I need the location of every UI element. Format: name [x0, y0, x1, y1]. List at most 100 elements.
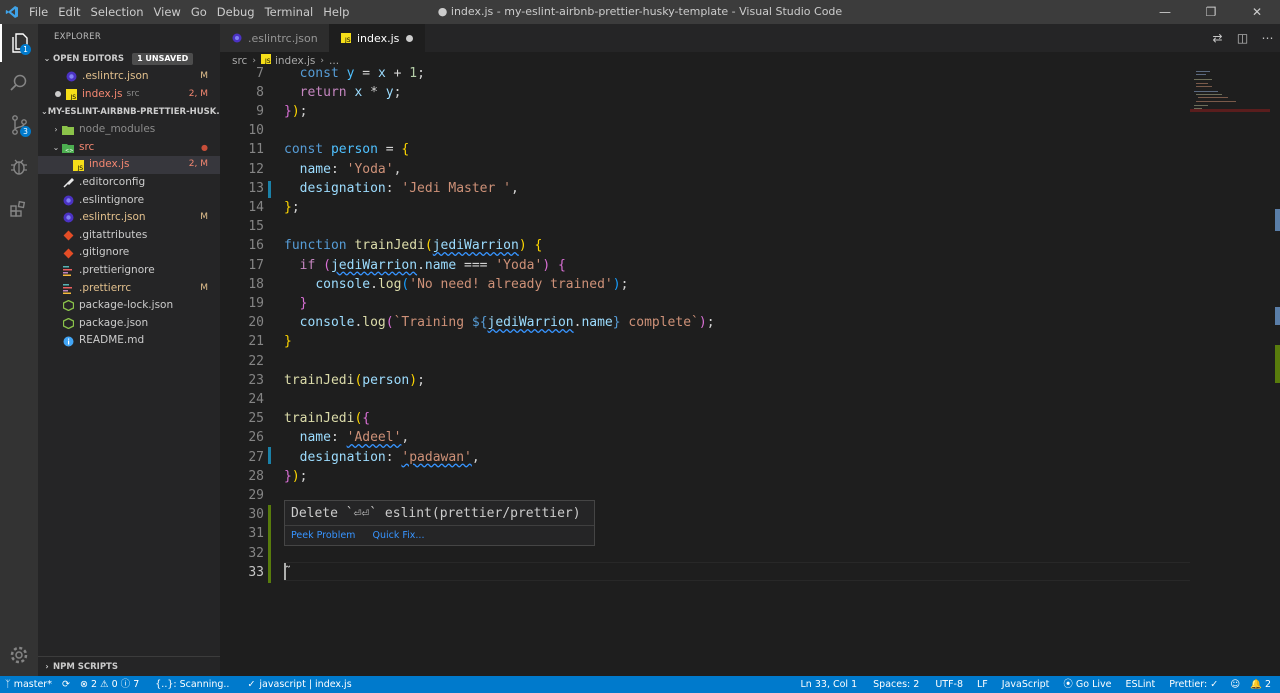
menu-selection[interactable]: Selection — [86, 0, 149, 24]
quick-fix-link[interactable]: Quick Fix... — [372, 530, 424, 541]
editor-scrollbar[interactable] — [1270, 69, 1280, 676]
code-line: 27 designation: 'padawan', — [220, 448, 1190, 467]
tree-item[interactable]: README.md — [38, 332, 220, 350]
line-number: 22 — [248, 353, 264, 369]
problems-summary[interactable]: ⊗ 2 ⚠ 0 ⓘ 7 — [75, 676, 144, 693]
window-controls: — ❐ ✕ — [1142, 0, 1280, 24]
lang-check-status[interactable]: ✓ javascript | index.js — [242, 676, 356, 693]
scrollbar-change-marker — [1275, 345, 1280, 383]
minimap-line — [1194, 105, 1208, 106]
more-actions-icon[interactable]: ⋯ — [1255, 31, 1280, 45]
code-editor[interactable]: 7 const y = x + 1; 8 return x * y; 9}); 10 1… — [220, 64, 1280, 676]
menu-terminal[interactable]: Terminal — [260, 0, 319, 24]
tree-item[interactable]: › node_modules — [38, 121, 220, 139]
menu-debug[interactable]: Debug — [212, 0, 260, 24]
error-icon: ⊗ — [79, 679, 88, 690]
tree-item[interactable]: .gitignore — [38, 244, 220, 262]
git-branch[interactable]: ᛉ master* — [0, 676, 57, 693]
code-line: 11 const person = { — [220, 140, 1190, 159]
tree-item[interactable]: .eslintrc.json M — [38, 209, 220, 227]
git-branch-icon: ᛉ — [5, 679, 11, 690]
npm-scripts-header[interactable]: › NPM SCRIPTS — [38, 656, 220, 676]
tab-index-js[interactable]: JS index.js — [329, 24, 425, 52]
tree-item[interactable]: package-lock.json — [38, 297, 220, 315]
end-of-line[interactable]: LF — [972, 676, 993, 693]
debug-icon[interactable] — [0, 148, 38, 186]
folder-header[interactable]: ⌄ MY-ESLINT-AIRBNB-PRETTIER-HUSK... — [38, 103, 220, 121]
go-live-button[interactable]: ⦿ Go Live — [1058, 676, 1116, 693]
status-right: Ln 33, Col 1 Spaces: 2 UTF-8 LF JavaScri… — [796, 676, 1280, 693]
sync-icon[interactable]: ⟳ — [57, 676, 75, 693]
extensions-icon[interactable] — [0, 190, 38, 228]
tree-item-label: .eslintignore — [79, 193, 145, 206]
feedback-icon[interactable]: ☺ — [1225, 676, 1245, 693]
lang-check-label: javascript | index.js — [259, 679, 352, 690]
git-decoration: 2, M — [188, 88, 208, 99]
tree-item[interactable]: .prettierignore — [38, 262, 220, 280]
explorer-icon[interactable]: 1 — [0, 24, 38, 62]
open-editor-item[interactable]: JS index.js src 2, M — [38, 86, 220, 104]
error-count: 2 — [90, 679, 97, 690]
code-text: } — [299, 295, 308, 311]
minimap-line — [1196, 83, 1208, 84]
tree-item[interactable]: package.json — [38, 315, 220, 333]
code-line: 32 — [220, 544, 1190, 563]
code-line: 15 — [220, 217, 1190, 236]
gutter-change-marker[interactable] — [268, 181, 271, 198]
code-line: 18 console.log('No need! already trained… — [220, 275, 1190, 294]
encoding[interactable]: UTF-8 — [930, 676, 968, 693]
menu-file[interactable]: File — [24, 0, 53, 24]
line-number: 8 — [256, 84, 264, 100]
minimap-line — [1194, 91, 1218, 92]
open-changes-icon[interactable]: ⇄ — [1205, 31, 1230, 45]
line-number: 21 — [248, 334, 264, 350]
notifications[interactable]: 🔔 2 — [1245, 676, 1276, 693]
svg-text:JS: JS — [344, 37, 351, 43]
settings-gear-icon[interactable] — [0, 636, 38, 674]
menu-go[interactable]: Go — [186, 0, 212, 24]
restore-icon[interactable]: ❐ — [1188, 0, 1234, 24]
source-control-icon[interactable]: 3 — [0, 106, 38, 144]
dirty-indicator-icon[interactable] — [406, 35, 413, 42]
tree-item[interactable]: ⌄ <> src ● — [38, 139, 220, 157]
menu-edit[interactable]: Edit — [53, 0, 85, 24]
explorer-sidebar: EXPLORER ⌄ OPEN EDITORS 1 UNSAVED .eslin… — [38, 24, 220, 676]
tree-item[interactable]: .prettierrc M — [38, 280, 220, 298]
line-number: 33 — [248, 564, 264, 580]
split-editor-icon[interactable]: ◫ — [1230, 31, 1255, 45]
tab-eslintrc[interactable]: .eslintrc.json — [220, 24, 329, 52]
scanning-status[interactable]: {..}: Scanning.. — [150, 676, 234, 693]
minimize-icon[interactable]: — — [1142, 0, 1188, 24]
gutter-change-marker[interactable] — [268, 447, 271, 464]
peek-problem-link[interactable]: Peek Problem — [291, 530, 355, 541]
language-mode[interactable]: JavaScript — [997, 676, 1055, 693]
open-editor-item[interactable]: .eslintrc.json M — [38, 68, 220, 86]
open-editors-list: .eslintrc.json M JS index.js src 2, M — [38, 68, 220, 103]
eslint-status[interactable]: ESLint — [1121, 676, 1161, 693]
menu-help[interactable]: Help — [318, 0, 354, 24]
minimap[interactable] — [1190, 69, 1270, 129]
git-icon — [62, 230, 74, 242]
tree-item[interactable]: JS index.js 2, M — [38, 156, 220, 174]
indentation[interactable]: Spaces: 2 — [868, 676, 924, 693]
unsaved-dot-icon[interactable] — [55, 91, 61, 98]
cursor-position[interactable]: Ln 33, Col 1 — [796, 676, 863, 693]
tree-item[interactable]: .eslintignore — [38, 192, 220, 210]
line-number: 20 — [248, 315, 264, 331]
prettier-status[interactable]: Prettier: ✓ — [1164, 676, 1223, 693]
svg-text:<>: <> — [65, 148, 73, 153]
tree-item[interactable]: .editorconfig — [38, 174, 220, 192]
search-icon[interactable] — [0, 64, 38, 102]
gutter-change-marker[interactable] — [268, 505, 271, 583]
code-text: }; — [284, 199, 300, 215]
tree-item[interactable]: .gitattributes — [38, 227, 220, 245]
code-line: 16 function trainJedi(jediWarrion) { — [220, 236, 1190, 255]
code-line: 13 designation: 'Jedi Master ', — [220, 179, 1190, 198]
line-number: 13 — [248, 180, 264, 196]
close-icon[interactable]: ✕ — [1234, 0, 1280, 24]
code-text: console.log('No need! already trained'); — [315, 276, 629, 292]
js-file-icon: JS — [65, 88, 77, 100]
code-text: trainJedi(person); — [284, 372, 425, 388]
open-editors-header[interactable]: ⌄ OPEN EDITORS 1 UNSAVED — [38, 50, 220, 68]
menu-view[interactable]: View — [149, 0, 186, 24]
